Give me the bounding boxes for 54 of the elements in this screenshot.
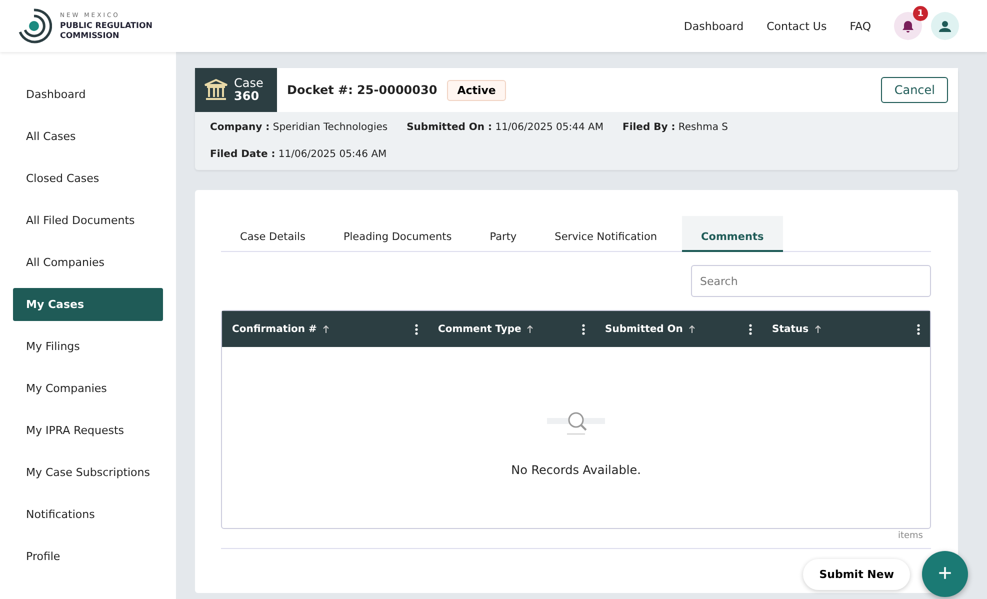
logo-icon: [16, 7, 52, 45]
logo-text: COMMISSION: [60, 31, 120, 41]
case-field: Submitted On : 11/06/2025 05:44 AM: [406, 122, 604, 133]
sidebar-item[interactable]: My Case Subscriptions: [13, 456, 163, 489]
sidebar-item[interactable]: Notifications: [13, 498, 163, 531]
pager-text: items: [898, 531, 923, 541]
column-header[interactable]: Confirmation #: [232, 324, 317, 334]
nav-link[interactable]: Dashboard: [684, 20, 744, 32]
sidebar-item[interactable]: My Cases: [13, 288, 163, 321]
sidebar-item[interactable]: All Filed Documents: [13, 204, 163, 237]
tab[interactable]: Comments: [682, 216, 783, 252]
docket-number: Docket #: 25-0000030: [287, 83, 438, 97]
submit-new-button[interactable]: Submit New: [803, 558, 910, 590]
logo-text: PUBLIC REGULATION: [60, 21, 152, 31]
tab[interactable]: Pleading Documents: [330, 216, 477, 252]
nav-link[interactable]: FAQ: [850, 20, 871, 32]
sort-arrow-icon[interactable]: [322, 325, 329, 333]
bell-icon: [902, 20, 914, 32]
nav-link[interactable]: Contact Us: [766, 20, 827, 32]
kebab-menu-icon[interactable]: [917, 324, 920, 334]
sort-arrow-icon[interactable]: [527, 325, 534, 333]
column-header[interactable]: Comment Type: [438, 324, 522, 334]
case-field: Filed By : Reshma S: [622, 122, 728, 133]
sidebar-item[interactable]: Closed Cases: [13, 162, 163, 195]
kebab-menu-icon[interactable]: [582, 324, 585, 334]
empty-message: No Records Available.: [511, 462, 641, 476]
kebab-menu-icon[interactable]: [415, 324, 418, 334]
sidebar-item[interactable]: My Filings: [13, 330, 163, 363]
tab[interactable]: Party: [476, 216, 542, 252]
column-header[interactable]: Submitted On: [605, 324, 683, 334]
profile-button[interactable]: [931, 12, 959, 40]
case-field: Company : Speridian Technologies: [210, 122, 388, 133]
courthouse-icon: [204, 79, 228, 101]
sidebar-item[interactable]: All Companies: [13, 246, 163, 279]
cancel-button[interactable]: Cancel: [881, 77, 948, 103]
sort-arrow-icon[interactable]: [688, 325, 695, 333]
kebab-menu-icon[interactable]: [749, 324, 752, 334]
sidebar-item[interactable]: My IPRA Requests: [13, 414, 163, 447]
sidebar-item[interactable]: All Cases: [13, 120, 163, 153]
sidebar-item[interactable]: Dashboard: [13, 78, 163, 111]
notification-badge: 1: [913, 6, 928, 21]
sort-arrow-icon[interactable]: [814, 325, 821, 333]
add-button[interactable]: +: [922, 551, 968, 597]
badge-text: Case: [234, 77, 264, 90]
search-field[interactable]: Search: [691, 265, 931, 297]
column-header[interactable]: Status: [772, 324, 809, 334]
case-field: Filed Date : 11/06/2025 05:46 AM: [210, 149, 387, 160]
tab[interactable]: Service Notification: [542, 216, 682, 252]
sidebar-item[interactable]: Profile: [13, 540, 163, 573]
status-tag: Active: [447, 80, 506, 100]
badge-text: 360: [234, 90, 260, 103]
sidebar-item[interactable]: My Companies: [13, 372, 163, 405]
tab[interactable]: Case Details: [227, 216, 330, 252]
user-icon: [939, 20, 951, 32]
